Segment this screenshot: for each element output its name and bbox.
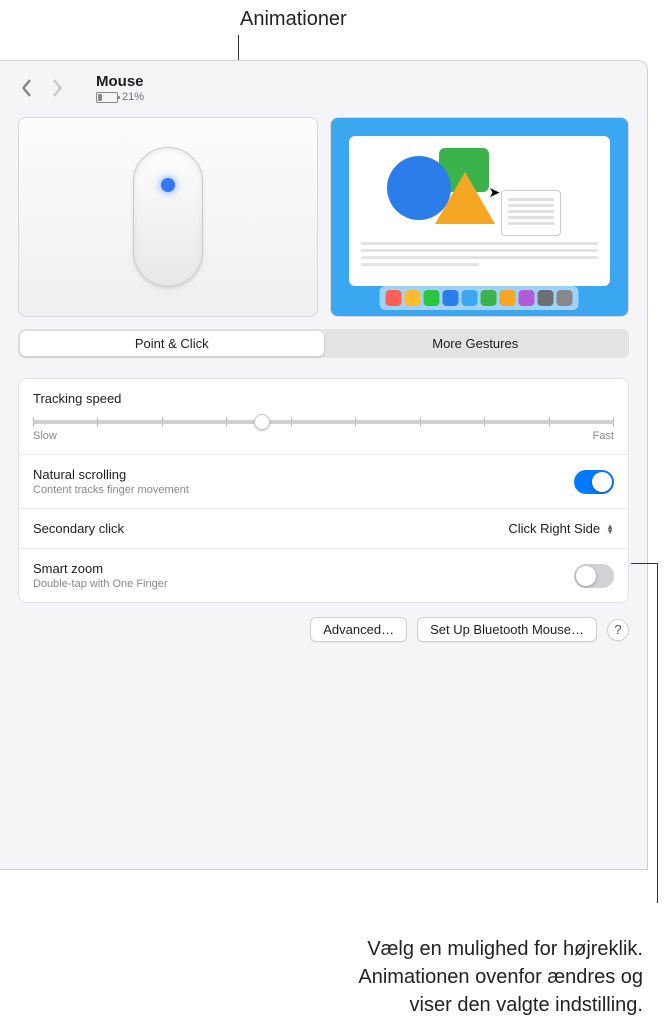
context-menu-preview [501, 190, 561, 236]
nav-buttons [20, 81, 64, 95]
dock-app-icon [500, 290, 516, 306]
forward-button[interactable] [50, 81, 64, 95]
preview-dock [380, 286, 579, 310]
annotation-leader-line [657, 563, 658, 903]
desktop-preview-panel: ➤ [330, 117, 630, 317]
tracking-speed-label: Tracking speed [33, 391, 614, 406]
slider-slow-label: Slow [33, 430, 57, 442]
chevron-updown-icon: ▲▼ [606, 524, 614, 534]
natural-scrolling-label: Natural scrolling [33, 467, 189, 482]
title-area: Mouse 21% [96, 73, 144, 103]
secondary-click-value: Click Right Side [508, 521, 600, 536]
preview-text-lines [361, 242, 599, 266]
dock-app-icon [557, 290, 573, 306]
tab-point-click[interactable]: Point & Click [20, 331, 324, 356]
dock-app-icon [424, 290, 440, 306]
mouse-animation-panel [18, 117, 318, 317]
annotation-leader-line [631, 563, 657, 564]
dock-app-icon [386, 290, 402, 306]
settings-list: Tracking speed Slow Fast Natural scrolli… [18, 378, 629, 603]
system-settings-window: Mouse 21% ➤ [0, 60, 648, 870]
preview-row: ➤ [0, 107, 647, 317]
dock-app-icon [405, 290, 421, 306]
cursor-icon: ➤ [489, 184, 501, 201]
smart-zoom-label: Smart zoom [33, 561, 168, 576]
window-header: Mouse 21% [0, 61, 647, 107]
battery-percent: 21% [122, 91, 144, 103]
row-secondary-click: Secondary click Click Right Side ▲▼ [19, 509, 628, 549]
advanced-button[interactable]: Advanced… [310, 617, 407, 642]
battery-status: 21% [96, 91, 144, 103]
tracking-speed-slider[interactable]: Slow Fast [33, 412, 614, 442]
slider-thumb[interactable] [254, 414, 270, 430]
secondary-click-select[interactable]: Click Right Side ▲▼ [508, 521, 614, 536]
orange-triangle-shape [435, 172, 495, 224]
tab-more-gestures[interactable]: More Gestures [324, 331, 628, 356]
tabs: Point & Click More Gestures [18, 329, 629, 358]
annotation-bottom-label: Vælg en mulighed for højreklik. Animatio… [358, 935, 643, 1019]
natural-scrolling-toggle[interactable] [574, 470, 614, 494]
page-title: Mouse [96, 73, 144, 90]
battery-icon [96, 92, 118, 103]
row-smart-zoom: Smart zoom Double-tap with One Finger [19, 549, 628, 602]
dock-app-icon [519, 290, 535, 306]
help-button[interactable]: ? [607, 619, 629, 641]
dock-app-icon [538, 290, 554, 306]
bottom-buttons: Advanced… Set Up Bluetooth Mouse… ? [0, 603, 647, 656]
back-button[interactable] [20, 81, 34, 95]
setup-bluetooth-button[interactable]: Set Up Bluetooth Mouse… [417, 617, 597, 642]
secondary-click-label: Secondary click [33, 521, 124, 536]
annotation-top-label: Animationer [240, 8, 347, 31]
dock-app-icon [462, 290, 478, 306]
preview-app-window: ➤ [349, 136, 611, 286]
smart-zoom-toggle[interactable] [574, 564, 614, 588]
mouse-illustration [133, 147, 203, 287]
natural-scrolling-sub: Content tracks finger movement [33, 484, 189, 496]
row-tracking-speed: Tracking speed Slow Fast [19, 379, 628, 455]
mouse-touch-indicator [161, 178, 175, 192]
smart-zoom-sub: Double-tap with One Finger [33, 578, 168, 590]
slider-fast-label: Fast [593, 430, 614, 442]
row-natural-scrolling: Natural scrolling Content tracks finger … [19, 455, 628, 509]
dock-app-icon [443, 290, 459, 306]
dock-app-icon [481, 290, 497, 306]
